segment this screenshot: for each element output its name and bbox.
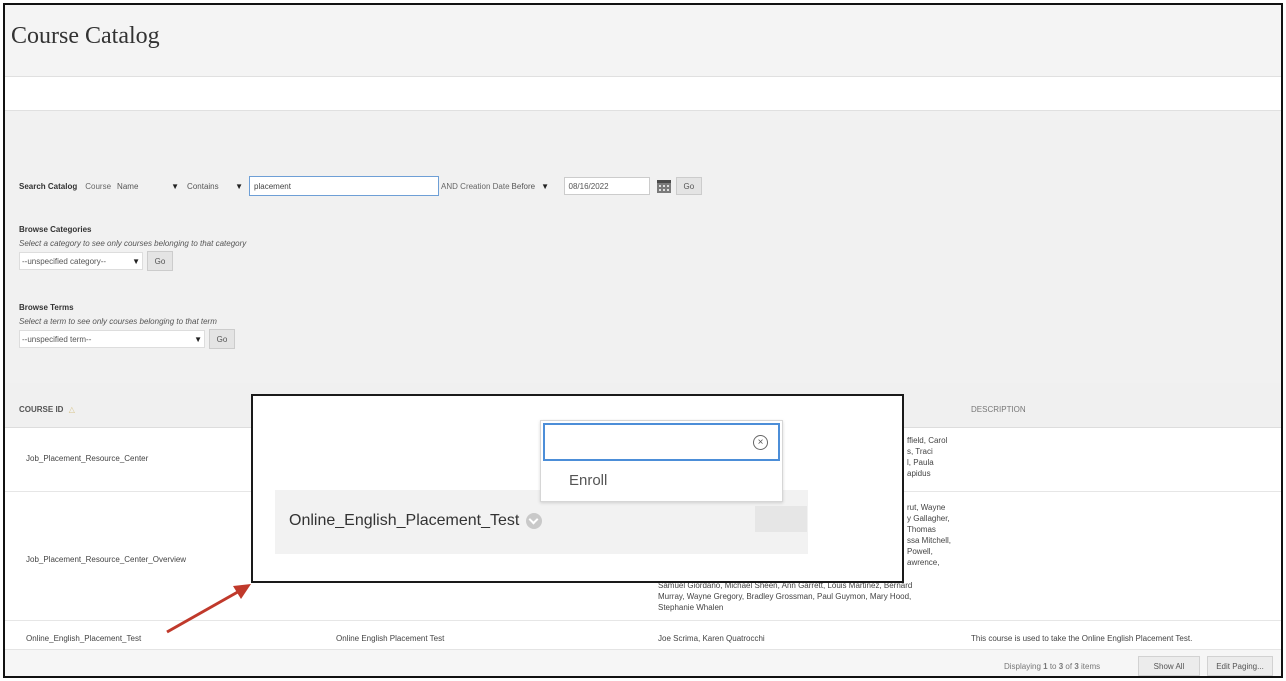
browse-categories-hint: Select a category to see only courses be… [19,239,247,248]
table-row-course-id[interactable]: Online_English_Placement_Test [26,633,141,644]
term-go-button[interactable]: Go [209,329,235,349]
search-go-button[interactable]: Go [675,177,703,195]
column-description[interactable]: DESCRIPTION [971,405,1026,414]
displaying-prefix: Displaying [1004,662,1041,671]
course-name-link[interactable]: Online_English_Placement_Test [289,512,542,530]
category-select[interactable]: --unspecified category-- ▼ [19,252,143,270]
instructor-text: awrence, [907,558,940,567]
instructor-text: l, Paula [907,458,934,467]
menu-search-input[interactable]: × [543,423,780,461]
context-menu: × Enroll [540,420,783,502]
instructor-text: Thomas [907,525,936,534]
chevron-down-icon: ▼ [541,181,550,191]
annotation-arrow-icon [166,584,251,634]
edit-paging-button[interactable]: Edit Paging... [1207,656,1273,676]
page-title: Course Catalog [11,23,160,49]
row-action-area [755,506,807,532]
column-course-id[interactable]: COURSE ID △ [19,405,75,414]
table-footer: Displaying 1 to 3 of 3 items Show All Ed… [5,649,1281,676]
browse-terms-heading: Browse Terms [19,303,74,312]
chevron-down-icon: ▼ [194,334,202,344]
search-query-value: placement [254,181,291,191]
displaying-of-word: of [1065,662,1073,671]
displaying-items-word: items [1081,662,1101,671]
category-select-value: --unspecified category-- [22,256,107,266]
page-header: Course Catalog [5,5,1281,77]
browse-terms-hint: Select a term to see only courses belong… [19,317,217,326]
instructor-text: y Gallagher, [907,514,950,523]
sort-icon: △ [68,405,75,414]
menu-item-enroll[interactable]: Enroll [569,472,607,489]
instructor-text: ssa Mitchell, [907,536,952,545]
field-select-value: Name [117,181,139,191]
operator-select-value: Contains [187,181,219,191]
instructor-text: Stephanie Whalen [658,603,724,612]
browse-categories-heading: Browse Categories [19,225,92,234]
date-value: 08/16/2022 [568,181,609,191]
browse-terms-section: Browse Terms Select a term to see only c… [19,303,235,349]
instructor-text: s, Traci [907,447,933,456]
category-go-button[interactable]: Go [147,251,173,271]
instructor-text: ffield, Carol [907,436,948,445]
show-all-button[interactable]: Show All [1138,656,1200,676]
table-row-description: This course is used to take the Online E… [971,634,1193,643]
displaying-to: 3 [1058,662,1064,671]
column-course-id-label: COURSE ID [19,405,64,414]
instructor-text: Powell, [907,547,933,556]
action-bar [5,77,1281,111]
table-row-instructors-partial: rut, Wayne y Gallagher, Thomas ssa Mitch… [907,502,951,568]
course-label: Course [85,181,112,191]
instructor-text: Murray, Wayne Gregory, Bradley Grossman,… [658,592,912,601]
arrow-shaft [166,587,244,634]
search-catalog-label: Search Catalog [19,181,78,191]
zoom-callout: Online_English_Placement_Test × Enroll [251,394,904,583]
browse-categories-section: Browse Categories Select a category to s… [19,225,246,271]
instructor-text: rut, Wayne [907,503,946,512]
displaying-total: 3 [1074,662,1079,671]
displaying-from: 1 [1043,662,1048,671]
search-query-input[interactable]: placement [249,176,440,196]
chevron-down-icon[interactable] [525,512,542,529]
creation-date-label: AND Creation Date [441,181,510,191]
table-row-instructors-partial: ffield, Carol s, Traci l, Paula apidus [907,435,947,479]
table-row-instructors: Samuel Giordano, Michael Sheen, Ann Garr… [658,580,912,613]
displaying-to-word: to [1049,662,1057,671]
field-select[interactable]: Name ▼ [115,178,181,194]
displaying-count: Displaying 1 to 3 of 3 items [1004,661,1100,672]
chevron-down-icon: ▼ [132,256,140,266]
clear-icon[interactable]: × [753,435,768,450]
search-catalog-row: Search Catalog Course Name ▼ Contains ▼ … [19,176,703,196]
table-row-course-id[interactable]: Job_Placement_Resource_Center [26,453,148,464]
chevron-down-icon: ▼ [171,181,180,191]
search-panel: Search Catalog Course Name ▼ Contains ▼ … [5,111,1281,383]
table-row-course-id[interactable]: Job_Placement_Resource_Center_Overview [26,554,186,565]
course-name-text: Online_English_Placement_Test [289,512,520,529]
calendar-icon[interactable] [656,178,672,194]
table-row-instructors: Joe Scrima, Karen Quatrocchi [658,634,765,643]
table-row-course-name: Online English Placement Test [336,634,445,643]
date-operator-value: Before [511,181,536,191]
operator-select[interactable]: Contains ▼ [185,178,245,194]
term-select-value: --unspecified term-- [22,334,92,344]
date-input[interactable]: 08/16/2022 [563,177,650,195]
instructor-text: apidus [907,469,931,478]
date-operator-select[interactable]: Before ▼ [510,178,560,194]
chevron-down-icon: ▼ [235,181,244,191]
term-select[interactable]: --unspecified term-- ▼ [19,330,205,348]
